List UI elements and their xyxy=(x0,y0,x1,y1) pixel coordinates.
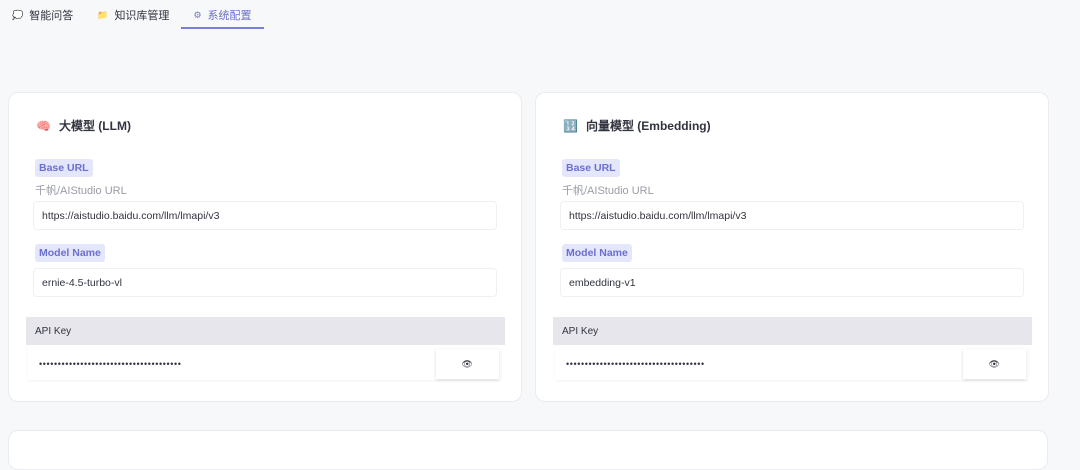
tab-knowledge-base[interactable]: 📁 知识库管理 xyxy=(85,0,181,30)
eye-icon: 👁 xyxy=(461,358,474,369)
model-name-label: Model Name xyxy=(562,244,632,262)
api-key-label: API Key xyxy=(26,317,505,345)
eye-icon: 👁 xyxy=(988,358,1001,369)
base-url-input[interactable]: https://aistudio.baidu.com/llm/lmapi/v3 xyxy=(560,201,1024,230)
show-password-button[interactable]: 👁 xyxy=(436,349,499,379)
llm-config-card: 🧠 大模型 (LLM) Base URL 千帆/AIStudio URL http… xyxy=(8,92,522,402)
api-key-value: ••••••••••••••••••••••••••••••••••••• xyxy=(566,358,705,369)
tab-settings[interactable]: ⚙ 系统配置 xyxy=(181,0,264,30)
embedding-config-card: 🔢 向量模型 (Embedding) Base URL 千帆/AIStudio U… xyxy=(535,92,1049,402)
api-key-value: •••••••••••••••••••••••••••••••••••••• xyxy=(39,358,182,369)
brain-icon: 🧠 xyxy=(36,118,51,133)
numbers-icon: 🔢 xyxy=(563,118,578,133)
base-url-input[interactable]: https://aistudio.baidu.com/llm/lmapi/v3 xyxy=(33,201,497,230)
card-title: 🔢 向量模型 (Embedding) xyxy=(563,117,711,134)
gear-icon: ⚙ xyxy=(193,9,202,20)
api-key-label: API Key xyxy=(553,317,1032,345)
base-url-hint: 千帆/AIStudio URL xyxy=(562,185,654,197)
model-name-label: Model Name xyxy=(35,244,105,262)
base-url-label: Base URL xyxy=(35,159,93,177)
base-url-label: Base URL xyxy=(562,159,620,177)
model-name-input[interactable]: embedding-v1 xyxy=(560,268,1024,297)
folder-icon: 📁 xyxy=(97,9,109,20)
additional-config-card xyxy=(8,430,1048,470)
card-title-text: 向量模型 (Embedding) xyxy=(585,119,711,133)
base-url-hint: 千帆/AIStudio URL xyxy=(35,185,127,197)
tab-label: 系统配置 xyxy=(207,10,252,22)
api-key-input[interactable]: ••••••••••••••••••••••••••••••••••••• 👁 xyxy=(555,347,1028,380)
tab-chat[interactable]: 💭 智能问答 xyxy=(0,0,85,30)
chat-icon: 💭 xyxy=(12,9,24,20)
tab-label: 智能问答 xyxy=(29,10,74,22)
tab-bar: 💭 智能问答 📁 知识库管理 ⚙ 系统配置 xyxy=(0,0,264,30)
api-key-input[interactable]: •••••••••••••••••••••••••••••••••••••• 👁 xyxy=(28,347,501,380)
card-title-text: 大模型 (LLM) xyxy=(58,119,131,133)
show-password-button[interactable]: 👁 xyxy=(963,349,1026,379)
tab-label: 知识库管理 xyxy=(114,10,170,22)
card-title: 🧠 大模型 (LLM) xyxy=(36,117,131,134)
model-name-input[interactable]: ernie-4.5-turbo-vl xyxy=(33,268,497,297)
